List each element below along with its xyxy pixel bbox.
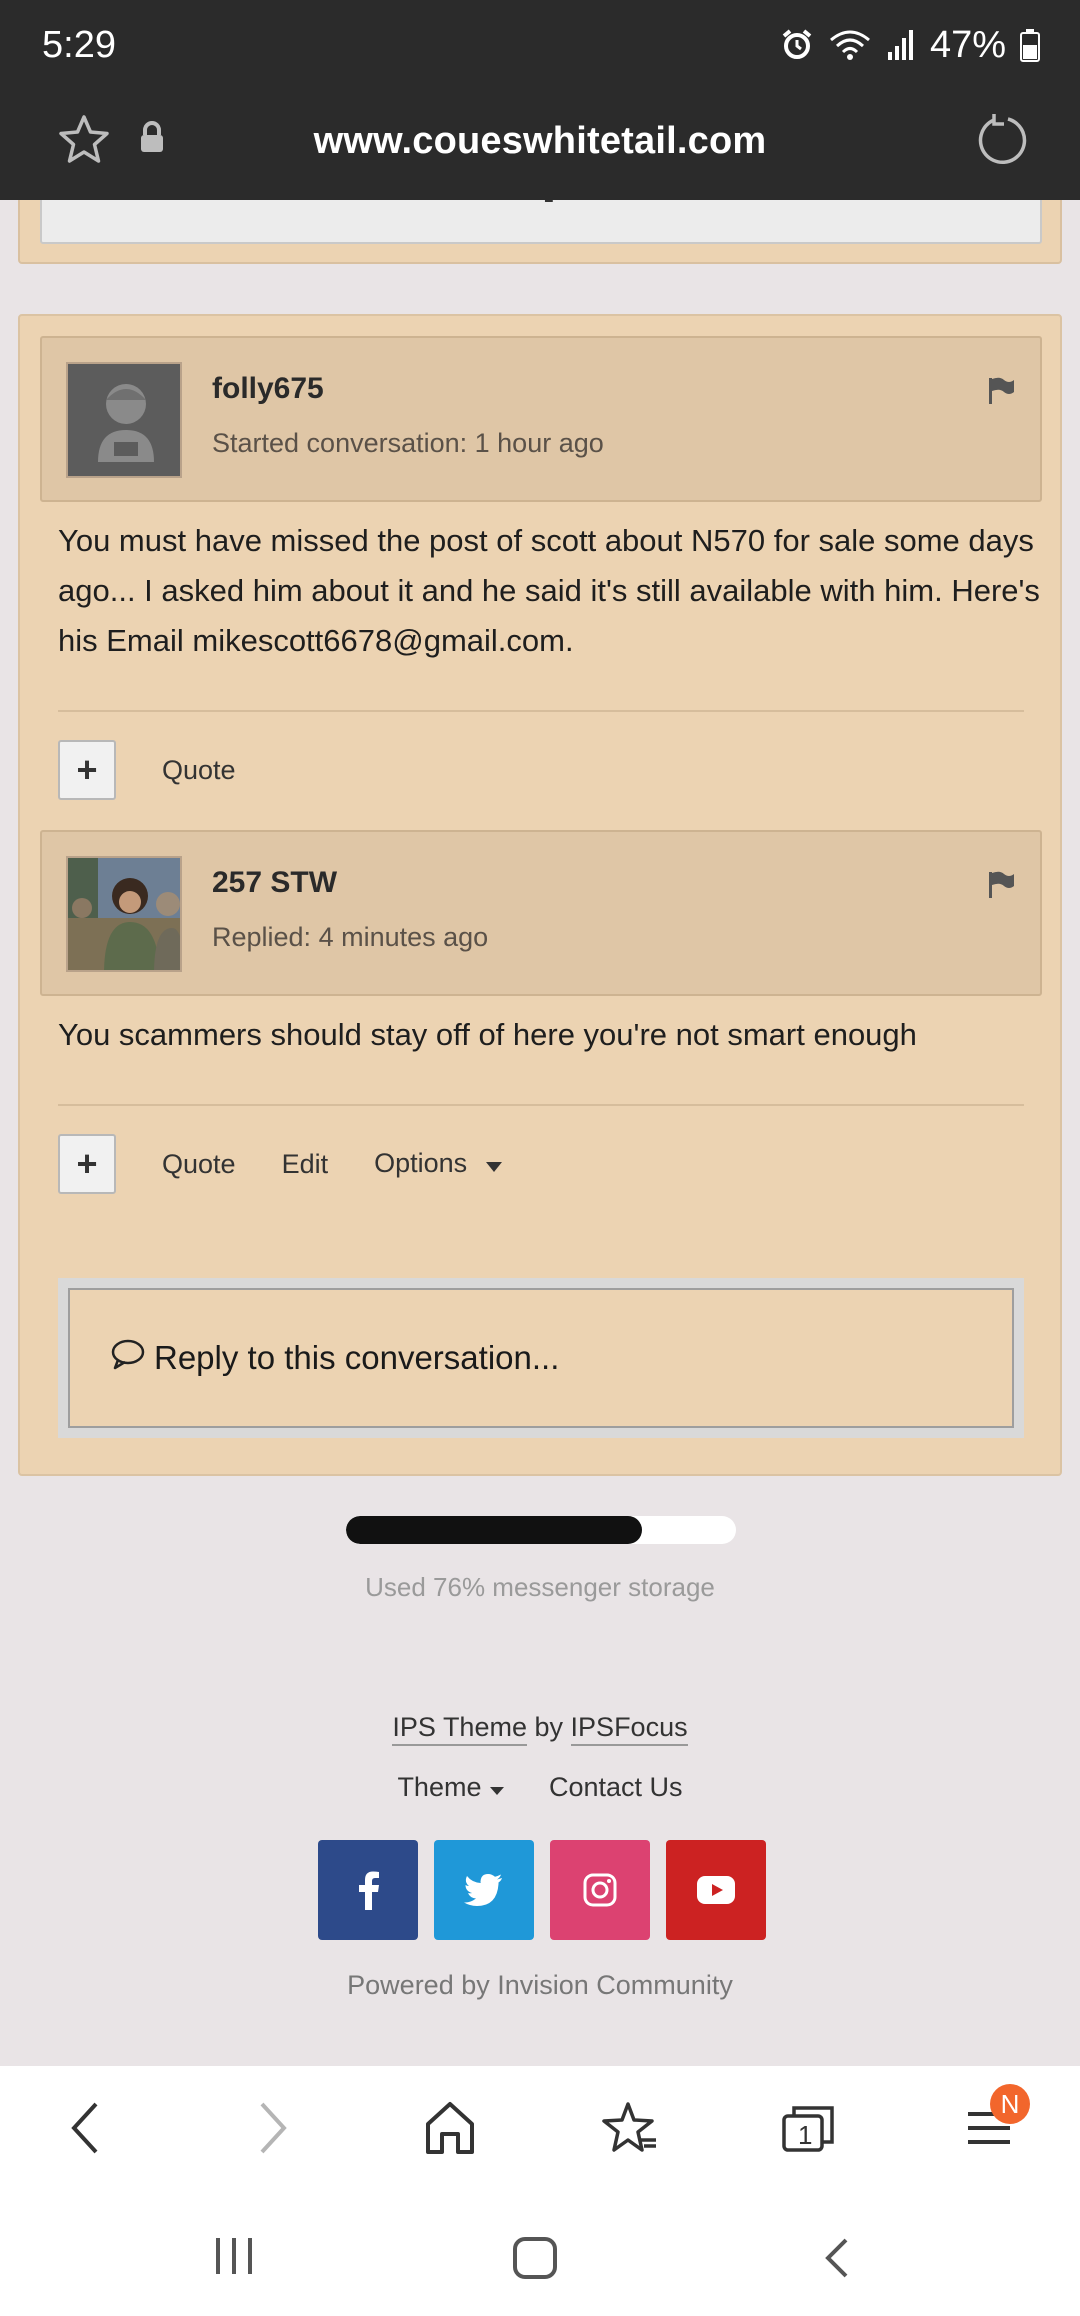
message-actions: + Quote Edit Options bbox=[58, 1134, 503, 1194]
signal-icon bbox=[886, 28, 916, 62]
tabs-icon[interactable]: 1 bbox=[780, 2098, 836, 2163]
youtube-button[interactable] bbox=[666, 1840, 766, 1940]
footer-links: Theme Contact Us bbox=[0, 1772, 1080, 1803]
react-plus-button[interactable]: + bbox=[58, 740, 116, 800]
ipsfocus-link[interactable]: IPSFocus bbox=[570, 1712, 688, 1746]
divider bbox=[58, 710, 1024, 712]
storage-progress-fill bbox=[346, 1516, 643, 1544]
twitter-icon bbox=[464, 1874, 502, 1906]
options-menu[interactable]: Options bbox=[374, 1148, 503, 1180]
theme-menu[interactable]: Theme bbox=[397, 1772, 505, 1803]
system-nav-bar bbox=[0, 2192, 1080, 2316]
battery-percent: 47% bbox=[929, 23, 1006, 66]
reload-icon[interactable] bbox=[974, 112, 1030, 173]
message-actions: + Quote bbox=[58, 740, 236, 800]
theme-label: Theme bbox=[397, 1772, 482, 1802]
divider bbox=[58, 1104, 1024, 1106]
caret-down-icon bbox=[490, 1787, 504, 1795]
ips-theme-link[interactable]: IPS Theme bbox=[392, 1712, 527, 1746]
storage-progress-bar bbox=[346, 1516, 736, 1544]
social-links bbox=[318, 1840, 766, 1940]
browser-toolbar: 1 bbox=[0, 2066, 1080, 2192]
youtube-icon bbox=[697, 1876, 735, 1904]
message-body: You must have missed the post of scott a… bbox=[58, 523, 1040, 658]
page-content: ✚ folly675 Started conversation: 1 hour … bbox=[0, 200, 1080, 2066]
forward-icon[interactable] bbox=[252, 2098, 292, 2163]
twitter-button[interactable] bbox=[434, 1840, 534, 1940]
plus-lock-icon: ✚ bbox=[532, 200, 566, 212]
quote-link[interactable]: Quote bbox=[162, 1149, 236, 1180]
home-button-icon[interactable] bbox=[512, 2236, 558, 2285]
avatar[interactable] bbox=[66, 362, 182, 478]
status-bar: 5:29 47% bbox=[0, 0, 1080, 90]
tabs-count: 1 bbox=[798, 2120, 813, 2150]
speech-bubble-icon bbox=[110, 1338, 154, 1378]
status-time: 5:29 bbox=[42, 23, 116, 66]
previous-action-button[interactable]: ✚ bbox=[40, 200, 1042, 244]
quote-link[interactable]: Quote bbox=[162, 755, 236, 786]
home-icon[interactable] bbox=[422, 2098, 478, 2163]
contact-us-link[interactable]: Contact Us bbox=[549, 1772, 683, 1803]
options-label: Options bbox=[374, 1147, 468, 1178]
facebook-icon bbox=[359, 1871, 379, 1910]
message-meta: Started conversation: 1 hour ago bbox=[212, 428, 604, 458]
message-body: You scammers should stay off of here you… bbox=[58, 1017, 917, 1052]
reply-wrapper: Reply to this conversation... bbox=[58, 1278, 1024, 1438]
by-text: by bbox=[534, 1712, 564, 1742]
flag-icon[interactable] bbox=[986, 870, 1016, 905]
bookmarks-icon[interactable] bbox=[602, 2098, 658, 2163]
wifi-icon bbox=[828, 28, 872, 62]
react-plus-button[interactable]: + bbox=[58, 1134, 116, 1194]
status-icons: 47% bbox=[780, 24, 1040, 67]
reply-placeholder: Reply to this conversation... bbox=[154, 1339, 560, 1376]
recent-apps-icon[interactable] bbox=[212, 2236, 256, 2281]
avatar[interactable] bbox=[66, 856, 182, 972]
menu-notification-badge: N bbox=[990, 2084, 1030, 2124]
message-meta: Replied: 4 minutes ago bbox=[212, 922, 489, 952]
powered-by[interactable]: Powered by Invision Community bbox=[0, 1970, 1080, 2001]
conversation-card: folly675 Started conversation: 1 hour ag… bbox=[18, 314, 1062, 1476]
message-header: 257 STW Replied: 4 minutes ago bbox=[40, 830, 1042, 996]
instagram-button[interactable] bbox=[550, 1840, 650, 1940]
battery-icon bbox=[1020, 28, 1040, 62]
reply-input[interactable]: Reply to this conversation... bbox=[68, 1288, 1014, 1428]
back-icon[interactable] bbox=[66, 2098, 106, 2163]
author-name[interactable]: 257 STW bbox=[212, 866, 337, 900]
facebook-button[interactable] bbox=[318, 1840, 418, 1940]
instagram-icon bbox=[583, 1873, 617, 1907]
alarm-icon bbox=[780, 28, 814, 62]
system-back-icon[interactable] bbox=[822, 2236, 852, 2285]
edit-link[interactable]: Edit bbox=[282, 1149, 329, 1180]
message-header: folly675 Started conversation: 1 hour ag… bbox=[40, 336, 1042, 502]
flag-icon[interactable] bbox=[986, 376, 1016, 411]
previous-card: ✚ bbox=[18, 200, 1062, 264]
url-bar: www.coueswhitetail.com bbox=[0, 90, 1080, 200]
storage-text: Used 76% messenger storage bbox=[365, 1572, 715, 1602]
footer-credit: IPS Theme by IPSFocus bbox=[0, 1712, 1080, 1746]
caret-down-icon bbox=[485, 1149, 503, 1180]
author-name[interactable]: folly675 bbox=[212, 372, 324, 406]
url-text[interactable]: www.coueswhitetail.com bbox=[0, 120, 1080, 163]
